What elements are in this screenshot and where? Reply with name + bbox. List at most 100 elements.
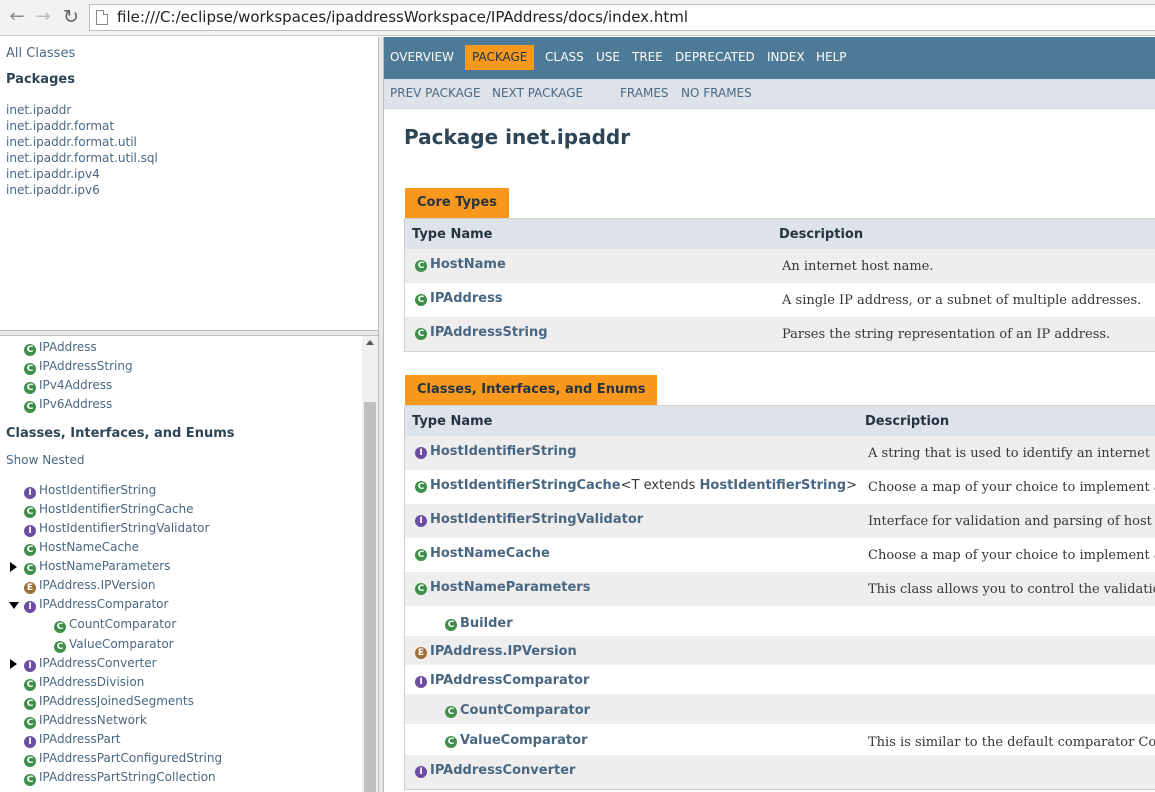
table-row: C HostIdentifierStringCache<T extends Hos… bbox=[405, 470, 1155, 504]
class-list-item[interactable]: C ValueComparator bbox=[54, 635, 174, 654]
class-icon: C bbox=[24, 679, 36, 691]
package-link[interactable]: inet.ipaddr.format.util.sql bbox=[6, 150, 158, 166]
nav-class[interactable]: CLASS bbox=[545, 45, 584, 70]
description-header: Description bbox=[779, 227, 864, 242]
url-text[interactable]: file:///C:/eclipse/workspaces/ipaddressW… bbox=[117, 8, 688, 26]
type-description: This is similar to the default comparato… bbox=[868, 735, 1155, 750]
type-link[interactable]: C Builder bbox=[445, 616, 513, 631]
table-row: C HostNameParameters This class allows yo… bbox=[405, 572, 1155, 606]
package-link[interactable]: inet.ipaddr.format.util bbox=[6, 134, 158, 150]
core-types-table: Type Name Description C HostName An inter… bbox=[404, 218, 1155, 352]
type-link[interactable]: I IPAddressComparator bbox=[415, 673, 589, 688]
show-nested-link[interactable]: Show Nested bbox=[6, 453, 85, 467]
type-link[interactable]: I HostIdentifierString bbox=[415, 444, 577, 459]
generic-type-link[interactable]: HostIdentifierString bbox=[700, 478, 847, 493]
class-icon: C bbox=[415, 260, 427, 272]
class-list-item[interactable]: C HostNameCache bbox=[24, 538, 139, 557]
table-row: I HostIdentifierStringValidator Interface… bbox=[405, 504, 1155, 538]
no-frames-link[interactable]: NO FRAMES bbox=[681, 86, 752, 100]
type-link[interactable]: C CountComparator bbox=[445, 703, 590, 718]
page-icon bbox=[96, 10, 108, 25]
prev-package-link[interactable]: PREV PACKAGE bbox=[390, 86, 481, 100]
nav-deprecated[interactable]: DEPRECATED bbox=[675, 45, 755, 70]
table-header: Type Name Description bbox=[405, 219, 1155, 249]
package-link[interactable]: inet.ipaddr.ipv6 bbox=[6, 182, 158, 198]
class-icon: C bbox=[24, 698, 36, 710]
type-description: A string that is used to identify an int… bbox=[868, 446, 1151, 461]
type-link[interactable]: C IPAddress bbox=[415, 291, 503, 306]
type-link[interactable]: C IPAddressString bbox=[415, 325, 548, 340]
class-icon: C bbox=[415, 549, 427, 561]
class-icon: C bbox=[24, 755, 36, 767]
scroll-up-arrow-icon[interactable] bbox=[366, 340, 374, 345]
type-name-header: Type Name bbox=[412, 414, 493, 429]
package-link[interactable]: inet.ipaddr bbox=[6, 102, 158, 118]
class-list-item[interactable]: I IPAddressPart bbox=[24, 730, 121, 749]
class-list-item[interactable]: I IPAddressConverter bbox=[24, 654, 157, 673]
interface-icon: I bbox=[415, 766, 427, 778]
interface-icon: I bbox=[24, 601, 36, 613]
class-list-item[interactable]: I HostIdentifierStringValidator bbox=[24, 519, 209, 538]
all-classes-link[interactable]: All Classes bbox=[6, 46, 75, 61]
type-link[interactable]: E IPAddress.IPVersion bbox=[415, 644, 577, 659]
nav-help[interactable]: HELP bbox=[816, 45, 847, 70]
table-row: C HostName An internet host name. bbox=[405, 249, 1155, 283]
class-list-item[interactable]: C IPAddressPartConfiguredString bbox=[24, 749, 222, 768]
class-icon: C bbox=[415, 583, 427, 595]
classes-frame: C IPAddress C IPAddressString C IPv4Address… bbox=[0, 336, 378, 792]
class-list-item[interactable]: C IPv4Address bbox=[24, 376, 112, 395]
class-list-item[interactable]: I HostIdentifierString bbox=[24, 481, 156, 500]
class-list-item[interactable]: C IPAddressPartStringCollection bbox=[24, 768, 216, 787]
type-link[interactable]: C HostNameCache bbox=[415, 546, 550, 561]
type-description: Choose a map of your choice to implement… bbox=[868, 548, 1155, 563]
class-list-item[interactable]: C HostIdentifierStringCache bbox=[24, 500, 194, 519]
collapse-triangle-icon[interactable] bbox=[9, 602, 19, 609]
class-list-item[interactable]: C CountComparator bbox=[54, 615, 176, 634]
forward-arrow-icon[interactable]: → bbox=[32, 6, 54, 28]
class-icon: C bbox=[445, 736, 457, 748]
package-list: inet.ipaddr inet.ipaddr.format inet.ipad… bbox=[6, 102, 158, 198]
back-arrow-icon[interactable]: ← bbox=[6, 6, 28, 28]
type-description: This class allows you to control the val… bbox=[868, 582, 1155, 597]
type-link[interactable]: C ValueComparator bbox=[445, 733, 588, 748]
nav-overview[interactable]: OVERVIEW bbox=[390, 45, 454, 70]
interface-icon: I bbox=[24, 525, 36, 537]
interface-icon: I bbox=[24, 736, 36, 748]
package-link[interactable]: inet.ipaddr.format bbox=[6, 118, 158, 134]
table-header: Type Name Description bbox=[405, 406, 1155, 436]
type-name-header: Type Name bbox=[412, 227, 493, 242]
class-list-item[interactable]: C IPAddressJoinedSegments bbox=[24, 692, 194, 711]
scrollbar-thumb[interactable] bbox=[364, 402, 376, 792]
expand-triangle-icon[interactable] bbox=[10, 659, 17, 669]
type-link[interactable]: I IPAddressConverter bbox=[415, 763, 575, 778]
class-icon: C bbox=[415, 294, 427, 306]
class-list-item[interactable]: C IPAddress bbox=[24, 338, 97, 357]
class-list-item[interactable]: C IPAddressNetwork bbox=[24, 711, 147, 730]
nav-use[interactable]: USE bbox=[596, 45, 620, 70]
reload-icon[interactable]: ↻ bbox=[60, 6, 82, 28]
class-list-item[interactable]: I IPAddressComparator bbox=[24, 595, 168, 614]
description-header: Description bbox=[865, 414, 950, 429]
classes-scrollbar[interactable] bbox=[362, 336, 378, 792]
expand-triangle-icon[interactable] bbox=[10, 562, 17, 572]
browser-toolbar: ← → ↻ file:///C:/eclipse/workspaces/ipad… bbox=[0, 0, 1155, 36]
next-package-link[interactable]: NEXT PACKAGE bbox=[492, 86, 583, 100]
nav-index[interactable]: INDEX bbox=[767, 45, 805, 70]
type-link[interactable]: C HostName bbox=[415, 257, 506, 272]
type-link[interactable]: I HostIdentifierStringValidator bbox=[415, 512, 643, 527]
interface-icon: I bbox=[24, 487, 36, 499]
class-list-item[interactable]: C HostNameParameters bbox=[24, 557, 170, 576]
table-row: E IPAddress.IPVersion bbox=[405, 636, 1155, 665]
address-bar[interactable]: file:///C:/eclipse/workspaces/ipaddressW… bbox=[89, 4, 1155, 31]
class-list-item[interactable]: C IPAddressDivision bbox=[24, 673, 144, 692]
class-list-item[interactable]: E IPAddress.IPVersion bbox=[24, 576, 156, 595]
nav-package[interactable]: PACKAGE bbox=[465, 45, 535, 70]
frames-link[interactable]: FRAMES bbox=[620, 86, 669, 100]
package-link[interactable]: inet.ipaddr.ipv4 bbox=[6, 166, 158, 182]
type-link[interactable]: C HostNameParameters bbox=[415, 580, 590, 595]
type-link[interactable]: C HostIdentifierStringCache<T extends Hos… bbox=[415, 478, 857, 493]
class-list-item[interactable]: C IPAddressString bbox=[24, 357, 133, 376]
type-description: A single IP address, or a subnet of mult… bbox=[782, 293, 1142, 308]
class-list-item[interactable]: C IPv6Address bbox=[24, 395, 112, 414]
nav-tree[interactable]: TREE bbox=[632, 45, 663, 70]
